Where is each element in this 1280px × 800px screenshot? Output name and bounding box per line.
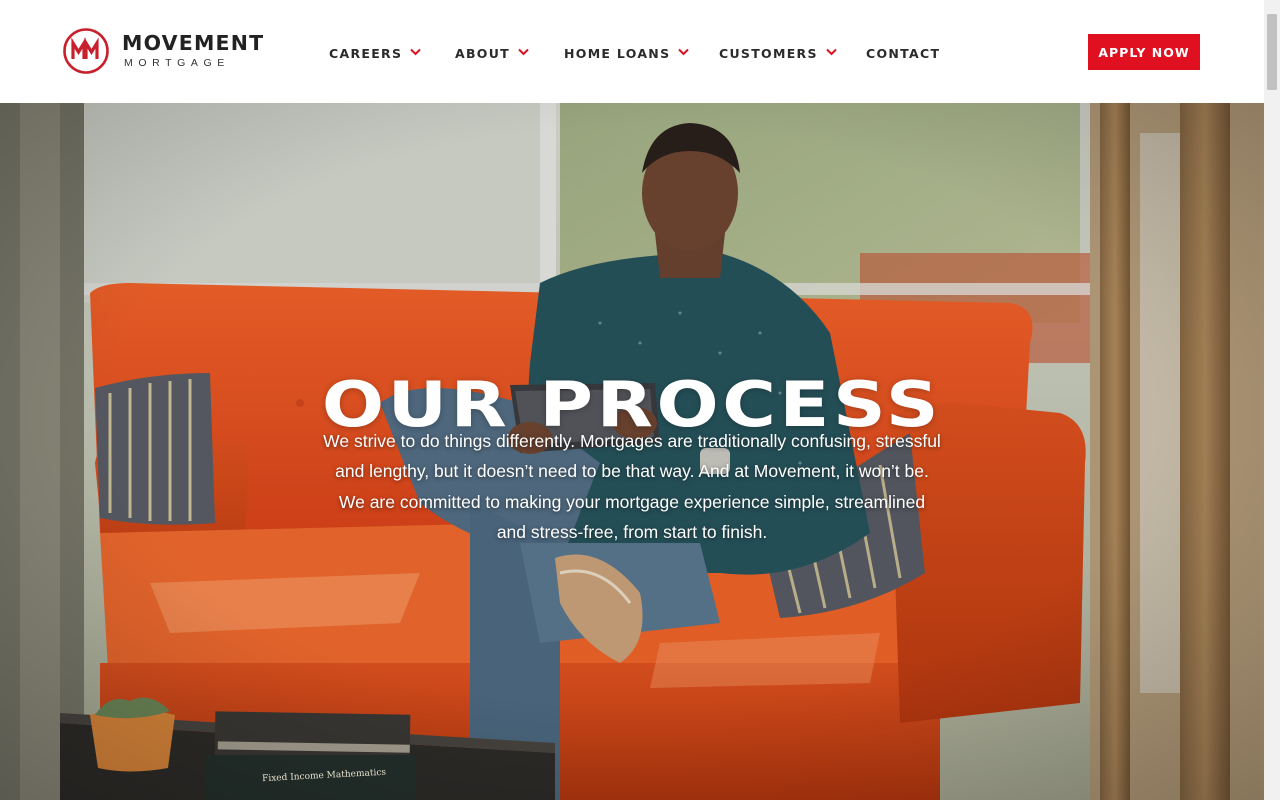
apply-now-button[interactable]: APPLY NOW [1088,34,1200,70]
hero-description: We strive to do things differently. Mort… [323,430,941,543]
page-scrollbar[interactable] [1264,0,1280,800]
nav-item-customers[interactable]: CUSTOMERS [719,44,837,62]
brand-logo[interactable]: MOVEMENT MORTGAGE [63,28,268,76]
logo-mark-icon [63,28,109,74]
brand-subtitle: MORTGAGE [124,57,230,69]
nav-item-about[interactable]: ABOUT [455,44,529,62]
nav-item-home-loans[interactable]: HOME LOANS [564,44,690,62]
chevron-down-icon [826,48,837,55]
scrollbar-thumb[interactable] [1267,14,1277,90]
chevron-down-icon [518,48,529,55]
nav-item-label: ABOUT [455,45,511,61]
hero-section: OUR PROCESS We strive to do things diffe… [0,103,1264,800]
nav-item-label: HOME LOANS [564,45,671,61]
nav-item-label: CUSTOMERS [719,45,818,61]
nav-item-label: CONTACT [866,45,941,61]
brand-name: MOVEMENT [122,31,265,55]
nav-item-label: CAREERS [329,45,403,61]
nav-item-careers[interactable]: CAREERS [329,44,421,62]
chevron-down-icon [410,48,421,55]
site-header: MOVEMENT MORTGAGE CAREERS ABOUT HOME LOA… [0,0,1264,103]
nav-item-contact[interactable]: CONTACT [866,44,940,62]
chevron-down-icon [678,48,690,55]
